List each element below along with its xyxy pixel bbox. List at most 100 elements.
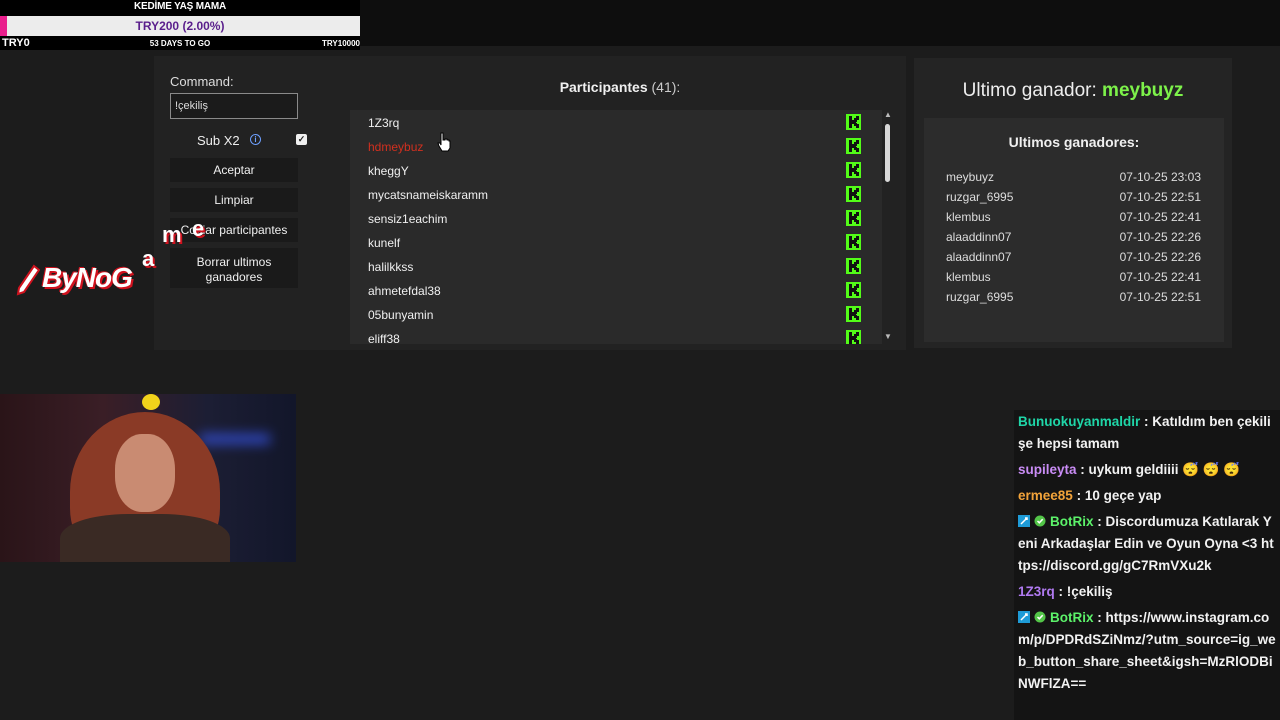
bynogame-logo: ByNoG a m e — [12, 214, 212, 304]
streamer-shirt — [60, 514, 230, 562]
participant-row[interactable]: kheggY — [350, 158, 882, 182]
last-winner: Ultimo ganador: meybuyz — [914, 80, 1232, 102]
chat-text: !çekiliş — [1066, 584, 1113, 599]
winner-row: ruzgar_6995 07-10-25 22:51 — [946, 190, 1201, 210]
verified-check-icon — [1034, 515, 1046, 527]
participant-row[interactable]: sensiz1eachim — [350, 206, 882, 230]
chat-username[interactable]: BotRix — [1050, 610, 1094, 625]
sub-x2-label: Sub X2 — [197, 133, 240, 148]
logo-letter-m: m — [162, 222, 182, 247]
participant-name: ahmetefdal38 — [368, 284, 441, 298]
winner-row: klembus 07-10-25 22:41 — [946, 210, 1201, 230]
kick-icon — [846, 306, 861, 322]
logo-letter-e: e — [192, 216, 205, 241]
participant-name: hdmeybuz — [368, 140, 424, 154]
logo-text: ByNoG — [42, 262, 133, 293]
chat-separator: : — [1093, 610, 1106, 625]
goal-progress-bar: TRY200 (2.00%) — [0, 16, 360, 36]
kick-icon — [846, 186, 861, 202]
moderator-sword-icon — [1018, 515, 1030, 527]
winner-date: 07-10-25 22:41 — [1119, 210, 1201, 224]
kick-icon — [846, 210, 861, 226]
scrollbar-thumb[interactable] — [885, 124, 890, 182]
participant-row[interactable]: mycatsnameiskaramm — [350, 182, 882, 206]
aceptar-button[interactable]: Aceptar — [170, 158, 298, 182]
participants-list[interactable]: 1Z3rq hdmeybuz kheggY mycatsnameiskaramm sen… — [350, 110, 882, 344]
winner-name: klembus — [946, 210, 991, 224]
participant-row[interactable]: eliff38 — [350, 326, 882, 344]
scroll-up-icon[interactable]: ▲ — [884, 110, 892, 119]
chat-separator: : — [1054, 584, 1067, 599]
chat-separator: : — [1072, 488, 1085, 503]
last-winner-name: meybuyz — [1102, 80, 1184, 101]
webcam-feed — [0, 394, 296, 562]
chat-username[interactable]: supileyta — [1018, 462, 1077, 477]
winner-date: 07-10-25 23:03 — [1119, 170, 1201, 184]
last-winner-label: Ultimo ganador: — [962, 80, 1097, 101]
winner-name: meybuyz — [946, 170, 995, 184]
winner-date: 07-10-25 22:26 — [1119, 230, 1201, 244]
kick-icon — [846, 330, 861, 344]
command-label: Command: — [170, 74, 234, 89]
participant-name: mycatsnameiskaramm — [368, 188, 489, 202]
participants-scrollbar[interactable]: ▲ ▼ — [882, 110, 894, 344]
kick-icon — [846, 282, 861, 298]
goal-title: KEDİME YAŞ MAMA — [133, 1, 226, 12]
hand-cursor-icon — [437, 132, 451, 152]
participants-title-text: Participantes — [559, 79, 648, 95]
chat-separator: : — [1140, 414, 1153, 429]
chat-message: Bunuokuyanmaldir : Katıldım ben çekilişe… — [1018, 411, 1276, 455]
info-icon[interactable]: i — [250, 134, 261, 145]
participant-row[interactable]: halilkkss — [350, 254, 882, 278]
led-light — [200, 434, 270, 444]
sub-x2-checkbox[interactable]: ✓ — [296, 134, 307, 145]
command-input[interactable] — [170, 93, 298, 119]
chat-message: ermee85 : 10 geçe yap — [1018, 485, 1276, 507]
winner-name: alaaddinn07 — [946, 230, 1012, 244]
chat-text: uykum geldiiii 😴 😴 😴 — [1088, 462, 1241, 477]
chat-separator: : — [1093, 514, 1106, 529]
winner-name: klembus — [946, 270, 991, 284]
chat-username[interactable]: ermee85 — [1018, 488, 1073, 503]
chat-message: BotRix : https://www.instagram.com/p/DPD… — [1018, 607, 1276, 695]
chat-message: supileyta : uykum geldiiii 😴 😴 😴 — [1018, 459, 1276, 481]
kick-icon — [846, 258, 861, 274]
pen-logo-icon — [16, 264, 40, 296]
verified-check-icon — [1034, 611, 1046, 623]
chat-username[interactable]: 1Z3rq — [1018, 584, 1055, 599]
winner-date: 07-10-25 22:51 — [1119, 290, 1201, 304]
kick-icon — [846, 114, 861, 130]
participant-name: kunelf — [368, 236, 401, 250]
limpiar-button[interactable]: Limpiar — [170, 188, 298, 212]
participant-row[interactable]: kunelf — [350, 230, 882, 254]
goal-end-label: TRY10000 — [322, 39, 360, 48]
chat-text: 10 geçe yap — [1084, 488, 1162, 503]
participant-row[interactable]: 05bunyamin — [350, 302, 882, 326]
sub-x2-row: Sub X2 i ✓ — [170, 130, 310, 150]
kick-icon — [846, 162, 861, 178]
participant-row[interactable]: hdmeybuz — [350, 134, 882, 158]
winners-list-title: Ultimos ganadores: — [1008, 134, 1140, 150]
moderator-sword-icon — [1018, 611, 1030, 623]
scroll-down-icon[interactable]: ▼ — [884, 332, 892, 341]
donation-goal-widget: KEDİME YAŞ MAMA TRY200 (2.00%) TRY0 53 D… — [0, 0, 360, 50]
chat-username[interactable]: Bunuokuyanmaldir — [1018, 414, 1140, 429]
chat-username[interactable]: BotRix — [1050, 514, 1094, 529]
participant-name: eliff38 — [368, 332, 400, 344]
participant-row[interactable]: ahmetefdal38 — [350, 278, 882, 302]
chat-separator: : — [1076, 462, 1089, 477]
goal-percent-label: TRY200 (2.00%) — [135, 19, 225, 33]
participants-count: (41): — [651, 79, 681, 95]
participant-name: 05bunyamin — [368, 308, 434, 322]
winner-date: 07-10-25 22:41 — [1119, 270, 1201, 284]
logo-letter-a: a — [142, 246, 155, 271]
chat-message: BotRix : Discordumuza Katılarak Yeni Ark… — [1018, 511, 1276, 577]
participant-name: 1Z3rq — [368, 116, 400, 130]
participant-name: kheggY — [368, 164, 409, 178]
chat-message: 1Z3rq : !çekiliş — [1018, 581, 1276, 603]
winner-row: meybuyz 07-10-25 23:03 — [946, 170, 1201, 190]
winner-name: ruzgar_6995 — [946, 190, 1014, 204]
winner-row: alaaddinn07 07-10-25 22:26 — [946, 230, 1201, 250]
winner-row: klembus 07-10-25 22:41 — [946, 270, 1201, 290]
participant-row[interactable]: 1Z3rq — [350, 110, 882, 134]
